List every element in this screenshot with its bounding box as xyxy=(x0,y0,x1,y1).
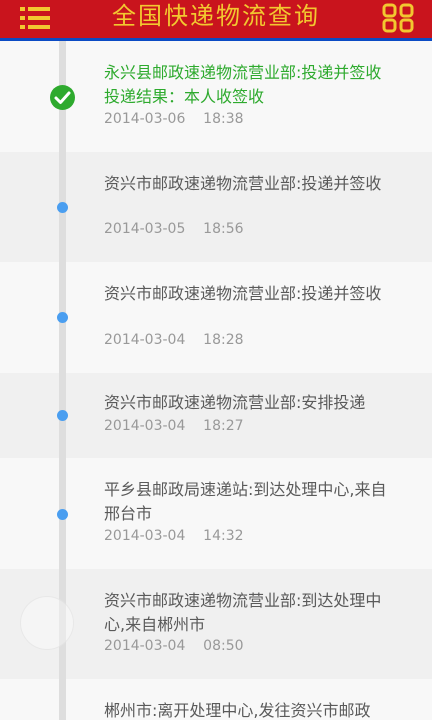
page-title: 全国快递物流查询 xyxy=(112,2,320,30)
tracking-timeline[interactable]: 永兴县邮政速递物流营业部:投递并签收 投递结果：本人收签收 2014-03-06… xyxy=(0,41,432,720)
timeline-dot xyxy=(57,202,68,213)
timeline-dot xyxy=(57,410,68,421)
event-time: 2014-03-04 18:27 xyxy=(104,418,244,434)
event-description: 资兴市邮政速递物流营业部:投递并签收 xyxy=(104,284,382,303)
grid-icon[interactable] xyxy=(382,3,414,33)
app-header: 全国快递物流查询 xyxy=(0,0,432,41)
event-time: 2014-03-04 18:28 xyxy=(104,332,244,348)
timeline-dot xyxy=(57,509,68,520)
event-description: 平乡县邮政局速递站:到达处理中心,来自邢台市 xyxy=(104,480,387,523)
event-description: 资兴市邮政速递物流营业部:安排投递 xyxy=(104,393,366,412)
event-description: 资兴市邮政速递物流营业部:到达处理中心,来自郴州市 xyxy=(104,591,382,634)
timeline-dot xyxy=(57,312,68,323)
event-description: 永兴县邮政速递物流营业部:投递并签收 投递结果：本人收签收 xyxy=(104,63,382,106)
check-circle-icon xyxy=(50,85,75,110)
event-time: 2014-03-04 08:50 xyxy=(104,638,244,654)
event-description: 郴州市:离开处理中心,发往资兴市邮政 xyxy=(104,701,371,720)
event-time: 2014-03-06 18:38 xyxy=(104,111,244,127)
event-description: 资兴市邮政速递物流营业部:投递并签收 xyxy=(104,174,382,193)
scroll-indicator[interactable] xyxy=(20,596,74,650)
event-time: 2014-03-04 14:32 xyxy=(104,528,244,544)
event-time: 2014-03-05 18:56 xyxy=(104,221,244,237)
